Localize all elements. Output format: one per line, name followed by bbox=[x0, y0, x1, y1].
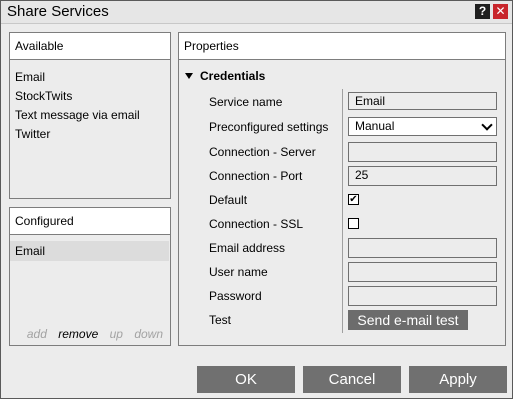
configured-title: Configured bbox=[15, 214, 74, 228]
preconfigured-settings-select[interactable]: Manual bbox=[348, 117, 497, 136]
send-email-test-button[interactable]: Send e-mail test bbox=[348, 310, 468, 330]
available-item-twitter[interactable]: Twitter bbox=[15, 125, 140, 144]
connection-server-label: Connection - Server bbox=[209, 145, 316, 159]
down-link[interactable]: down bbox=[134, 327, 163, 341]
default-label: Default bbox=[209, 193, 248, 207]
connection-ssl-label: Connection - SSL bbox=[209, 217, 304, 231]
default-checkbox[interactable]: ✔ bbox=[348, 194, 359, 205]
credentials-title: Credentials bbox=[200, 69, 266, 83]
connection-port-field[interactable]: 25 bbox=[348, 166, 497, 186]
preconfigured-settings-value: Manual bbox=[355, 119, 395, 133]
help-icon: ? bbox=[478, 4, 487, 18]
available-item-stocktwits[interactable]: StockTwits bbox=[15, 87, 140, 106]
title-bar: Share Services ? ✕ bbox=[1, 1, 512, 24]
test-label: Test bbox=[209, 313, 232, 327]
chevron-down-icon bbox=[481, 119, 493, 131]
help-button[interactable]: ? bbox=[475, 4, 490, 19]
share-services-dialog: Share Services ? ✕ Available Email Stock… bbox=[0, 0, 513, 399]
available-header: Available bbox=[10, 33, 170, 60]
configured-actions: add remove up down bbox=[10, 327, 169, 341]
ok-button[interactable]: OK bbox=[197, 366, 295, 393]
available-list: Email StockTwits Text message via email … bbox=[15, 68, 140, 144]
email-address-label: Email address bbox=[209, 241, 286, 255]
close-icon: ✕ bbox=[495, 4, 506, 18]
password-field[interactable] bbox=[348, 286, 497, 306]
available-item-email[interactable]: Email bbox=[15, 68, 140, 87]
available-panel: Available Email StockTwits Text message … bbox=[9, 32, 171, 199]
configured-item-email[interactable]: Email bbox=[10, 241, 169, 261]
up-link[interactable]: up bbox=[110, 327, 123, 341]
add-link[interactable]: add bbox=[27, 327, 47, 341]
connection-server-field[interactable] bbox=[348, 142, 497, 162]
configured-item-label: Email bbox=[15, 244, 46, 258]
user-name-label: User name bbox=[209, 265, 268, 279]
password-label: Password bbox=[209, 289, 262, 303]
service-name-field[interactable]: Email bbox=[348, 92, 497, 110]
window-title: Share Services bbox=[7, 3, 109, 20]
connection-ssl-checkbox[interactable] bbox=[348, 218, 359, 229]
email-address-field[interactable] bbox=[348, 238, 497, 258]
connection-port-label: Connection - Port bbox=[209, 169, 303, 183]
properties-panel: Properties Credentials Service name Emai… bbox=[178, 32, 506, 346]
configured-panel: Configured Email add remove up down bbox=[9, 207, 171, 346]
close-button[interactable]: ✕ bbox=[493, 4, 508, 19]
configured-header: Configured bbox=[10, 208, 170, 235]
user-name-field[interactable] bbox=[348, 262, 497, 282]
available-title: Available bbox=[15, 39, 64, 53]
credentials-section-toggle[interactable]: Credentials bbox=[185, 69, 265, 83]
preconfigured-settings-label: Preconfigured settings bbox=[209, 120, 329, 134]
collapse-triangle-icon bbox=[185, 73, 193, 79]
column-divider bbox=[342, 89, 343, 333]
remove-link[interactable]: remove bbox=[58, 327, 98, 341]
properties-header: Properties bbox=[179, 33, 505, 60]
check-icon: ✔ bbox=[349, 194, 358, 205]
properties-title: Properties bbox=[184, 39, 239, 53]
cancel-button[interactable]: Cancel bbox=[303, 366, 401, 393]
available-item-text-message[interactable]: Text message via email bbox=[15, 106, 140, 125]
service-name-label: Service name bbox=[209, 95, 283, 109]
apply-button[interactable]: Apply bbox=[409, 366, 507, 393]
